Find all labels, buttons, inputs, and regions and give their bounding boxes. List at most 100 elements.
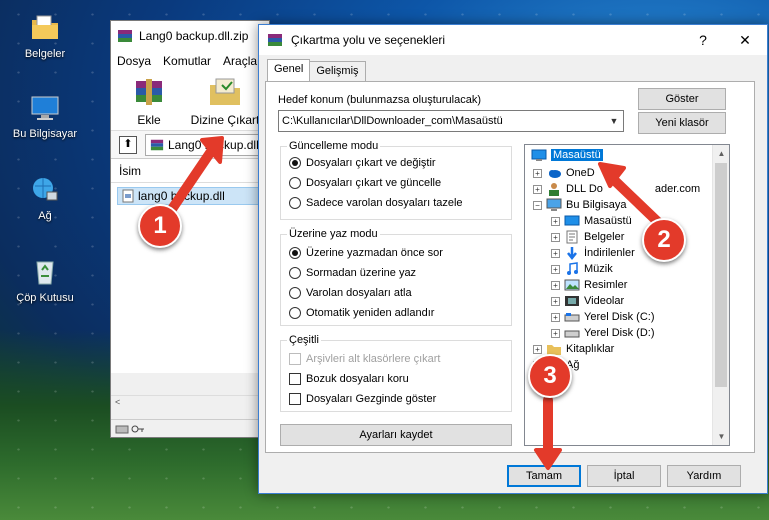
desktop-icon-network[interactable]: Ağ xyxy=(0,174,90,222)
scroll-up-icon[interactable]: ▲ xyxy=(713,145,729,162)
step-marker-2: 2 xyxy=(642,218,686,262)
expand-icon[interactable]: + xyxy=(533,168,542,178)
destination-path-combo[interactable]: C:\Kullanıcılar\DllDownloader_com\Masaüs… xyxy=(278,110,624,132)
desktop-icon-recycle-bin[interactable]: Çöp Kutusu xyxy=(0,256,90,304)
column-header-name[interactable]: İsim xyxy=(111,159,269,183)
checkbox[interactable] xyxy=(289,373,301,385)
desktop-icon-label: Çöp Kutusu xyxy=(16,292,74,304)
tree-node-pictures[interactable]: + Resimler xyxy=(551,277,627,293)
help-button[interactable]: Yardım xyxy=(667,465,741,487)
close-icon[interactable]: ✕ xyxy=(723,25,767,55)
radio[interactable] xyxy=(289,287,301,299)
tree-node-pc-desktop[interactable]: + Masaüstü xyxy=(551,213,632,229)
help-title-button[interactable]: ? xyxy=(683,25,723,55)
expand-icon[interactable]: + xyxy=(551,232,560,242)
overwrite-option-skip[interactable]: Varolan dosyaları atla xyxy=(289,287,412,299)
documents-icon xyxy=(566,230,578,244)
radio-selected[interactable] xyxy=(289,157,301,169)
tree-node-drive-d[interactable]: + Yerel Disk (D:) xyxy=(551,325,655,341)
misc-group: Çeşitli Arşivleri alt klasörlere çıkart … xyxy=(280,334,512,412)
tree-node-downloads[interactable]: + İndirilenler xyxy=(551,245,635,261)
network-globe-icon xyxy=(33,178,58,201)
overwrite-option-rename[interactable]: Otomatik yeniden adlandır xyxy=(289,307,434,319)
scroll-down-icon[interactable]: ▼ xyxy=(713,428,729,445)
winrar-main-window: Lang0 backup.dll.zip Dosya Komutlar Araç… xyxy=(110,20,270,438)
winrar-titlebar[interactable]: Lang0 backup.dll.zip xyxy=(111,21,269,51)
tree-node-music[interactable]: + Müzik xyxy=(551,261,613,277)
general-tab-panel: Hedef konum (bulunmazsa oluşturulacak) C… xyxy=(265,81,755,453)
computer-icon xyxy=(546,198,562,211)
update-option-extract-update[interactable]: Dosyaları çıkart ve güncelle xyxy=(289,177,441,189)
dialog-title: Çıkartma yolu ve seçenekleri xyxy=(291,33,446,47)
misc-option-show-in-explorer[interactable]: Dosyaları Gezginde göster xyxy=(289,393,436,405)
up-folder-button[interactable]: ⬆ xyxy=(119,135,137,154)
misc-option-keep-broken[interactable]: Bozuk dosyaları koru xyxy=(289,373,409,385)
radio[interactable] xyxy=(289,197,301,209)
tree-vertical-scrollbar[interactable]: ▲ ▼ xyxy=(712,145,729,445)
radio[interactable] xyxy=(289,177,301,189)
tree-node-onedrive[interactable]: + OneD xyxy=(533,165,595,181)
expand-icon[interactable]: + xyxy=(551,328,560,338)
overwrite-option-without-prompt[interactable]: Sormadan üzerine yaz xyxy=(289,267,416,279)
tree-node-user[interactable]: + DLL Do ader.com xyxy=(533,181,700,197)
checkbox[interactable] xyxy=(289,393,301,405)
radio[interactable] xyxy=(289,307,301,319)
cancel-button[interactable]: İptal xyxy=(587,465,661,487)
expand-icon[interactable]: + xyxy=(551,296,560,306)
tab-general[interactable]: Genel xyxy=(267,59,311,81)
dialog-tabs: Genel Gelişmiş xyxy=(267,59,366,81)
radio[interactable] xyxy=(289,267,301,279)
ok-button[interactable]: Tamam xyxy=(507,465,581,487)
archive-books-icon xyxy=(136,79,162,105)
folder-tree[interactable]: Masaüstü + OneD + DLL Do ader.com − Bu Bi… xyxy=(524,144,730,446)
drive-key-icon xyxy=(115,425,144,434)
archive-path-box[interactable]: Lang0 backup.dll xyxy=(145,133,269,156)
winrar-small-icon xyxy=(150,139,164,150)
horizontal-scrollbar[interactable]: < xyxy=(111,395,269,411)
radio-selected[interactable] xyxy=(289,247,301,259)
menu-file[interactable]: Dosya xyxy=(117,54,151,68)
menu-tools[interactable]: Araçla xyxy=(223,54,257,68)
tab-advanced[interactable]: Gelişmiş xyxy=(309,61,366,81)
tree-node-label: Kitaplıklar xyxy=(566,343,615,355)
file-row[interactable]: lang0 backup.dll xyxy=(117,187,263,205)
scrollbar-thumb[interactable] xyxy=(715,163,727,387)
file-list: lang0 backup.dll xyxy=(111,183,269,373)
desktop-icon-documents[interactable]: Belgeler xyxy=(0,12,90,60)
dialog-titlebar[interactable]: Çıkartma yolu ve seçenekleri ? ✕ xyxy=(259,25,767,55)
extract-to-button[interactable]: Dizine Çıkart xyxy=(189,71,261,130)
save-settings-button[interactable]: Ayarları kaydet xyxy=(280,424,512,446)
tree-node-label: Yerel Disk (D:) xyxy=(584,327,655,339)
option-label: Dosyaları çıkart ve güncelle xyxy=(306,177,442,189)
expand-icon[interactable]: + xyxy=(551,264,560,274)
tree-node-desktop[interactable]: Masaüstü xyxy=(531,147,603,163)
option-label: Sormadan üzerine yaz xyxy=(306,267,417,279)
chevron-down-icon[interactable]: ▼ xyxy=(605,116,623,126)
tree-node-label: Bu Bilgisaya xyxy=(566,199,627,211)
expand-icon[interactable]: + xyxy=(551,312,560,322)
update-option-freshen[interactable]: Sadece varolan dosyaları tazele xyxy=(289,197,463,209)
desktop-icon-this-pc[interactable]: Bu Bilgisayar xyxy=(0,92,90,140)
expand-icon[interactable]: + xyxy=(533,184,542,194)
winrar-icon xyxy=(118,30,132,42)
expand-icon[interactable]: + xyxy=(551,216,560,226)
desktop-icon-label: Bu Bilgisayar xyxy=(12,128,78,140)
expand-icon[interactable]: + xyxy=(533,344,542,354)
add-button[interactable]: Ekle xyxy=(119,71,179,130)
collapse-icon[interactable]: − xyxy=(533,200,542,210)
expand-icon[interactable]: + xyxy=(551,248,560,258)
tree-node-videos[interactable]: + Videolar xyxy=(551,293,624,309)
tree-node-drive-c[interactable]: + Yerel Disk (C:) xyxy=(551,309,655,325)
expand-icon[interactable]: + xyxy=(551,280,560,290)
tree-node-this-pc[interactable]: − Bu Bilgisaya xyxy=(533,197,627,213)
tree-node-label: DLL Do xyxy=(566,183,603,195)
overwrite-option-ask[interactable]: Üzerine yazmadan önce sor xyxy=(289,247,443,259)
new-folder-button[interactable]: Yeni klasör xyxy=(638,112,726,134)
option-label: Dosyaları çıkart ve değiştir xyxy=(306,157,436,169)
update-option-extract-replace[interactable]: Dosyaları çıkart ve değiştir xyxy=(289,157,436,169)
winrar-title: Lang0 backup.dll.zip xyxy=(139,29,249,43)
menu-commands[interactable]: Komutlar xyxy=(163,54,211,68)
tree-node-label: Belgeler xyxy=(584,231,625,243)
show-button[interactable]: Göster xyxy=(638,88,726,110)
tree-node-documents[interactable]: + Belgeler xyxy=(551,229,624,245)
